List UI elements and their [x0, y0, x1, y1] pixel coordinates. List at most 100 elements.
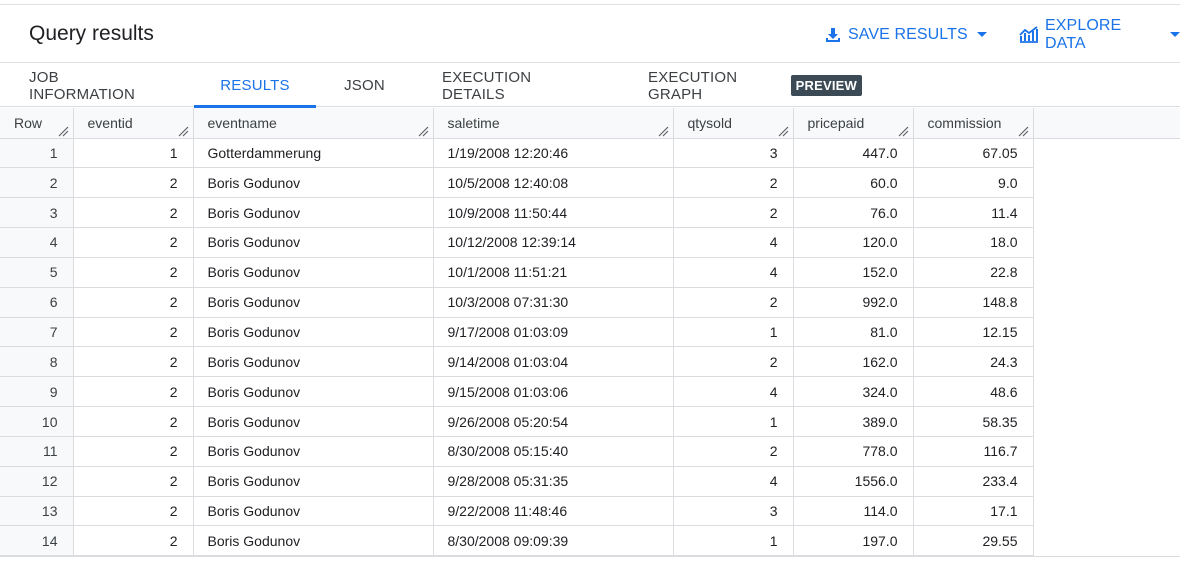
cell-eventid[interactable]: 2	[73, 197, 194, 229]
cell-eventid[interactable]: 2	[73, 317, 194, 348]
explore-data-button[interactable]: EXPLORE DATA	[1019, 17, 1180, 52]
cell-qtysold[interactable]: 2	[673, 346, 794, 378]
table-row[interactable]: 1 1 Gotterdammerung 1/19/2008 12:20:46 3 447.…	[0, 138, 1180, 169]
cell-saletime[interactable]: 8/30/2008 09:09:39	[433, 525, 674, 557]
cell-commission[interactable]: 12.15	[913, 317, 1034, 348]
cell-eventname[interactable]: Gotterdammerung	[193, 138, 434, 169]
cell-pricepaid[interactable]: 81.0	[793, 317, 914, 348]
cell-commission[interactable]: 22.8	[913, 257, 1034, 288]
cell-pricepaid[interactable]: 197.0	[793, 525, 914, 557]
column-header-commission[interactable]: commission	[913, 108, 1034, 139]
cell-eventid[interactable]: 2	[73, 436, 194, 467]
table-row[interactable]: 3 2 Boris Godunov 10/9/2008 11:50:44 2 76.0 11…	[0, 197, 1180, 229]
cell-eventid[interactable]: 1	[73, 138, 194, 169]
cell-qtysold[interactable]: 4	[673, 376, 794, 408]
cell-commission[interactable]: 233.4	[913, 466, 1034, 497]
cell-eventid[interactable]: 2	[73, 376, 194, 408]
cell-eventname[interactable]: Boris Godunov	[193, 496, 434, 527]
cell-eventid[interactable]: 2	[73, 496, 194, 527]
cell-eventname[interactable]: Boris Godunov	[193, 197, 434, 229]
cell-pricepaid[interactable]: 162.0	[793, 346, 914, 378]
cell-pricepaid[interactable]: 60.0	[793, 167, 914, 199]
cell-pricepaid[interactable]: 114.0	[793, 496, 914, 527]
cell-saletime[interactable]: 10/9/2008 11:50:44	[433, 197, 674, 229]
cell-qtysold[interactable]: 1	[673, 406, 794, 437]
table-row[interactable]: 4 2 Boris Godunov 10/12/2008 12:39:14 4 120.0…	[0, 227, 1180, 258]
table-row[interactable]: 12 2 Boris Godunov 9/28/2008 05:31:35 4 1556.…	[0, 466, 1180, 497]
table-row[interactable]: 9 2 Boris Godunov 9/15/2008 01:03:06 4 324.0 4…	[0, 376, 1180, 408]
column-resize-icon[interactable]	[778, 124, 789, 136]
table-row[interactable]: 10 2 Boris Godunov 9/26/2008 05:20:54 1 389.0…	[0, 406, 1180, 437]
cell-commission[interactable]: 29.55	[913, 525, 1034, 557]
cell-saletime[interactable]: 9/17/2008 01:03:09	[433, 317, 674, 348]
table-row[interactable]: 14 2 Boris Godunov 8/30/2008 09:09:39 1 197.0…	[0, 525, 1180, 557]
cell-eventname[interactable]: Boris Godunov	[193, 436, 434, 467]
save-results-button[interactable]: SAVE RESULTS	[824, 23, 987, 47]
cell-commission[interactable]: 48.6	[913, 376, 1034, 408]
cell-pricepaid[interactable]: 324.0	[793, 376, 914, 408]
cell-commission[interactable]: 17.1	[913, 496, 1034, 527]
cell-eventname[interactable]: Boris Godunov	[193, 525, 434, 557]
tab-results[interactable]: RESULTS	[194, 64, 316, 108]
cell-pricepaid[interactable]: 778.0	[793, 436, 914, 467]
cell-qtysold[interactable]: 1	[673, 317, 794, 348]
cell-eventname[interactable]: Boris Godunov	[193, 317, 434, 348]
cell-eventid[interactable]: 2	[73, 466, 194, 497]
cell-eventid[interactable]: 2	[73, 227, 194, 258]
column-header-eventid[interactable]: eventid	[73, 108, 194, 139]
cell-qtysold[interactable]: 4	[673, 257, 794, 288]
cell-pricepaid[interactable]: 76.0	[793, 197, 914, 229]
cell-eventid[interactable]: 2	[73, 257, 194, 288]
cell-saletime[interactable]: 10/12/2008 12:39:14	[433, 227, 674, 258]
cell-eventname[interactable]: Boris Godunov	[193, 257, 434, 288]
column-resize-icon[interactable]	[1018, 124, 1029, 136]
table-row[interactable]: 13 2 Boris Godunov 9/22/2008 11:48:46 3 114.0…	[0, 496, 1180, 527]
column-resize-icon[interactable]	[898, 124, 909, 136]
cell-commission[interactable]: 24.3	[913, 346, 1034, 378]
cell-saletime[interactable]: 9/22/2008 11:48:46	[433, 496, 674, 527]
cell-eventname[interactable]: Boris Godunov	[193, 167, 434, 199]
column-header-eventname[interactable]: eventname	[193, 108, 434, 139]
cell-commission[interactable]: 11.4	[913, 197, 1034, 229]
cell-eventid[interactable]: 2	[73, 287, 194, 318]
cell-eventname[interactable]: Boris Godunov	[193, 466, 434, 497]
table-row[interactable]: 7 2 Boris Godunov 9/17/2008 01:03:09 1 81.0 12…	[0, 317, 1180, 348]
cell-eventid[interactable]: 2	[73, 525, 194, 557]
cell-qtysold[interactable]: 2	[673, 287, 794, 318]
cell-qtysold[interactable]: 3	[673, 138, 794, 169]
cell-saletime[interactable]: 10/1/2008 11:51:21	[433, 257, 674, 288]
cell-qtysold[interactable]: 2	[673, 436, 794, 467]
cell-commission[interactable]: 67.05	[913, 138, 1034, 169]
table-row[interactable]: 2 2 Boris Godunov 10/5/2008 12:40:08 2 60.0 9.…	[0, 167, 1180, 199]
cell-eventid[interactable]: 2	[73, 406, 194, 437]
column-resize-icon[interactable]	[658, 124, 669, 136]
cell-pricepaid[interactable]: 152.0	[793, 257, 914, 288]
column-header-saletime[interactable]: saletime	[433, 108, 674, 139]
cell-pricepaid[interactable]: 447.0	[793, 138, 914, 169]
tab-execution-details[interactable]: EXECUTION DETAILS	[442, 64, 591, 107]
cell-saletime[interactable]: 10/3/2008 07:31:30	[433, 287, 674, 318]
cell-pricepaid[interactable]: 1556.0	[793, 466, 914, 497]
cell-saletime[interactable]: 9/28/2008 05:31:35	[433, 466, 674, 497]
cell-eventname[interactable]: Boris Godunov	[193, 287, 434, 318]
cell-saletime[interactable]: 10/5/2008 12:40:08	[433, 167, 674, 199]
cell-saletime[interactable]: 9/26/2008 05:20:54	[433, 406, 674, 437]
table-row[interactable]: 11 2 Boris Godunov 8/30/2008 05:15:40 2 778.0…	[0, 436, 1180, 467]
column-header-qtysold[interactable]: qtysold	[673, 108, 794, 139]
tab-job-information[interactable]: JOB INFORMATION	[29, 64, 166, 107]
column-resize-icon[interactable]	[178, 124, 189, 136]
cell-commission[interactable]: 18.0	[913, 227, 1034, 258]
column-resize-icon[interactable]	[418, 124, 429, 136]
cell-pricepaid[interactable]: 120.0	[793, 227, 914, 258]
cell-eventname[interactable]: Boris Godunov	[193, 227, 434, 258]
cell-saletime[interactable]: 1/19/2008 12:20:46	[433, 138, 674, 169]
column-resize-icon[interactable]	[58, 124, 69, 136]
table-row[interactable]: 8 2 Boris Godunov 9/14/2008 01:03:04 2 162.0 2…	[0, 346, 1180, 378]
cell-eventid[interactable]: 2	[73, 167, 194, 199]
cell-eventid[interactable]: 2	[73, 346, 194, 378]
column-header-row[interactable]: Row	[0, 108, 74, 139]
cell-commission[interactable]: 148.8	[913, 287, 1034, 318]
cell-qtysold[interactable]: 2	[673, 167, 794, 199]
cell-saletime[interactable]: 9/14/2008 01:03:04	[433, 346, 674, 378]
cell-saletime[interactable]: 8/30/2008 05:15:40	[433, 436, 674, 467]
